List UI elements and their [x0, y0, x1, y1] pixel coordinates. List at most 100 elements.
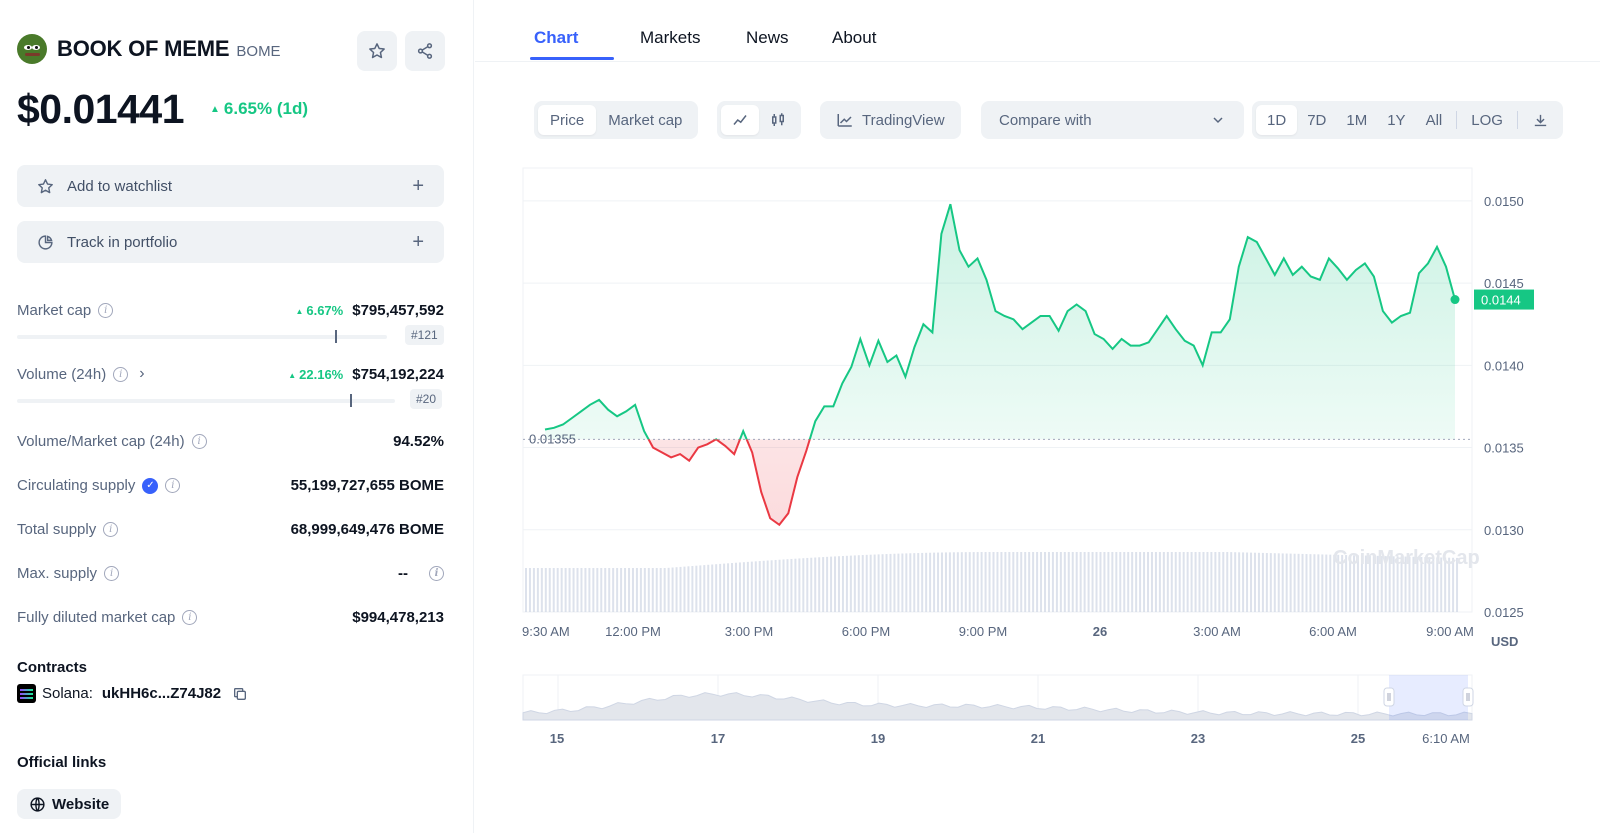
volume-bar: [1107, 552, 1110, 612]
favorite-button[interactable]: [357, 31, 397, 71]
range-1m[interactable]: 1M: [1336, 105, 1377, 135]
tab-about[interactable]: About: [832, 28, 876, 48]
price-chart[interactable]: CoinMarketCap 0.01355 0.0144 0.0150 0.0145…: [475, 150, 1600, 760]
market-cap-rank-bar: [17, 330, 387, 343]
range-1y[interactable]: 1Y: [1377, 105, 1415, 135]
volume-bar: [802, 558, 805, 612]
info-icon[interactable]: i: [104, 566, 120, 581]
volume-bar: [584, 568, 587, 612]
coin-header: BOOK OF MEME BOME: [17, 34, 281, 64]
volume-bar: [758, 561, 761, 612]
volume-bar: [532, 568, 535, 612]
volume-bar: [639, 568, 642, 612]
copy-icon[interactable]: [232, 686, 248, 702]
stat-max-supply: Max. supply i -- i: [17, 565, 444, 582]
volume-bar: [711, 564, 714, 612]
volume-bar: [1016, 552, 1019, 612]
volume-bar: [643, 568, 646, 612]
volume-bar: [766, 560, 769, 612]
info-icon[interactable]: i: [429, 566, 444, 581]
compare-with-dropdown[interactable]: Compare with: [981, 101, 1244, 139]
coin-symbol: BOME: [236, 43, 281, 60]
market-cap-rank: #121: [405, 325, 444, 345]
info-icon[interactable]: i: [182, 610, 198, 625]
price-toggle-button[interactable]: Price: [538, 105, 597, 135]
info-icon[interactable]: i: [113, 366, 129, 382]
tab-markets[interactable]: Markets: [640, 28, 700, 48]
tab-news[interactable]: News: [746, 28, 789, 48]
track-portfolio-button[interactable]: Track in portfolio +: [17, 221, 444, 263]
volume-bar: [596, 568, 599, 612]
navigator-tick-label: 15: [550, 731, 564, 746]
coin-info-panel: BOOK OF MEME BOME $0.01441 ▲ 6.65% (1d) A…: [0, 0, 474, 833]
volume-bar: [762, 560, 765, 612]
volume-bar: [857, 555, 860, 612]
website-link[interactable]: Website: [17, 789, 122, 819]
share-button[interactable]: [405, 31, 445, 71]
price-series: 0.01355 0.0144: [523, 203, 1534, 527]
volume-bar: [750, 561, 753, 612]
volume-bar: [1281, 553, 1284, 612]
line-chart-button[interactable]: [721, 105, 759, 135]
volume-bar: [1242, 552, 1245, 612]
volume-bar: [861, 555, 864, 612]
volume-bar: [1059, 552, 1062, 612]
volume-bar: [1158, 552, 1161, 612]
volume-bar: [818, 557, 821, 612]
tab-chart[interactable]: Chart: [534, 28, 578, 48]
volume-bar: [897, 553, 900, 612]
stat-circulating-supply: Circulating supply ✓ i 55,199,727,655 BOME: [17, 477, 444, 494]
volume-label: Volume (24h): [17, 365, 107, 383]
volume-bar: [552, 568, 555, 612]
navigator-tick-label: 6:10 AM: [1422, 731, 1470, 746]
volume-bar: [1143, 552, 1146, 612]
market-cap-toggle-button[interactable]: Market cap: [596, 105, 694, 135]
info-icon[interactable]: i: [98, 303, 114, 318]
download-button[interactable]: [1522, 105, 1559, 135]
market-cap-label: Market cap: [17, 302, 92, 319]
candlestick-chart-button[interactable]: [759, 105, 797, 135]
navigator-tick-label: 19: [871, 731, 885, 746]
navigator-tick-label: 17: [711, 731, 725, 746]
y-tick-label: 0.0135: [1484, 441, 1524, 456]
volume-bar: [1293, 553, 1296, 612]
volume-bar: [1004, 552, 1007, 612]
solana-icon: [17, 684, 36, 703]
navigator-tick-label: 23: [1191, 731, 1205, 746]
track-portfolio-label: Track in portfolio: [67, 233, 178, 251]
volume-bar: [600, 568, 603, 612]
range-1d[interactable]: 1D: [1256, 105, 1298, 135]
volume-bar: [1250, 552, 1253, 612]
tradingview-button[interactable]: TradingView: [824, 105, 957, 135]
info-icon[interactable]: i: [191, 434, 207, 449]
volume-bar: [810, 557, 813, 612]
market-cap-value: $795,457,592: [352, 302, 444, 319]
volume-bar: [830, 556, 833, 612]
chevron-right-icon[interactable]: ›: [139, 365, 144, 383]
volume-bar: [1135, 552, 1138, 612]
range-navigator[interactable]: 15 17 19 21 23 25 6:10 AM: [522, 674, 1474, 746]
volume-bar: [885, 554, 888, 612]
volume-rank-bar: [17, 394, 395, 407]
volume-bar: [1257, 552, 1260, 612]
volume-bar: [1301, 553, 1304, 612]
range-all[interactable]: All: [1416, 105, 1453, 135]
range-7d[interactable]: 7D: [1297, 105, 1336, 135]
volume-bar: [1190, 552, 1193, 612]
info-icon[interactable]: i: [103, 522, 119, 537]
volume-bar: [1147, 552, 1150, 612]
contract-address[interactable]: ukHH6c...Z74J82: [102, 685, 221, 702]
log-scale-button[interactable]: LOG: [1461, 105, 1513, 135]
volume-bar: [845, 555, 848, 612]
volume-bar: [806, 557, 809, 612]
volume-bar: [1317, 554, 1320, 612]
volume-bar: [865, 554, 868, 612]
volume-bar: [683, 566, 686, 612]
circulating-value: 55,199,727,655 BOME: [290, 477, 444, 494]
volume-bar: [790, 558, 793, 612]
volume-bar: [1321, 554, 1324, 612]
volume-bar: [881, 554, 884, 612]
add-to-watchlist-button[interactable]: Add to watchlist +: [17, 165, 444, 207]
volume-bar: [1051, 552, 1054, 612]
info-icon[interactable]: i: [165, 478, 181, 493]
